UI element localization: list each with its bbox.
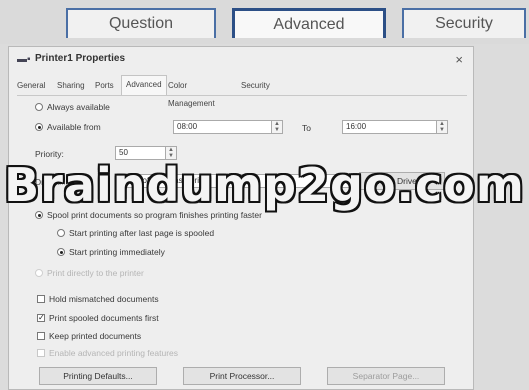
tab-sharing[interactable]: Sharing bbox=[57, 77, 85, 95]
start-after-last-label: Start printing after last page is spoole… bbox=[69, 228, 215, 238]
driver-select[interactable]: Microsoft PS Class Driver ⌵ bbox=[115, 174, 351, 188]
hold-mismatched-checkbox[interactable] bbox=[37, 295, 45, 303]
print-spooled-first-label: Print spooled documents first bbox=[49, 313, 159, 323]
keep-printed-label: Keep printed documents bbox=[49, 331, 142, 341]
to-time-field[interactable]: 16:00 bbox=[342, 120, 438, 134]
printing-defaults-button[interactable]: Printing Defaults... bbox=[39, 367, 157, 385]
from-time-spinner[interactable]: ▲ ▼ bbox=[271, 120, 283, 134]
always-available-radio[interactable] bbox=[35, 103, 43, 111]
start-immediately-radio[interactable] bbox=[57, 248, 65, 256]
hold-mismatched-label: Hold mismatched documents bbox=[49, 294, 159, 304]
tab-color-management[interactable]: Color Management bbox=[168, 77, 215, 108]
to-time-spinner[interactable]: ▲ ▼ bbox=[436, 120, 448, 134]
print-processor-button[interactable]: Print Processor... bbox=[183, 367, 301, 385]
print-directly-radio[interactable] bbox=[35, 269, 43, 277]
available-from-radio[interactable] bbox=[35, 123, 43, 131]
from-time-field[interactable]: 08:00 bbox=[173, 120, 273, 134]
top-tab-strip: Question Advanced Security bbox=[0, 0, 529, 44]
tab-advanced[interactable]: Advanced bbox=[232, 8, 386, 38]
tab-general[interactable]: General bbox=[17, 77, 45, 95]
close-icon[interactable]: × bbox=[455, 52, 463, 67]
tab-advanced-dialog[interactable]: Advanced bbox=[121, 75, 167, 95]
keep-printed-checkbox[interactable] bbox=[37, 332, 45, 340]
dialog-title: Printer1 Properties bbox=[35, 53, 126, 64]
priority-spinner[interactable]: ▲ ▼ bbox=[165, 146, 177, 160]
tab-security[interactable]: Security bbox=[402, 8, 526, 38]
print-directly-label: Print directly to the printer bbox=[47, 268, 144, 278]
new-driver-button[interactable]: New Driver... bbox=[359, 172, 445, 190]
always-available-label: Always available bbox=[47, 102, 110, 112]
priority-label: Priority: bbox=[35, 149, 64, 159]
spool-radio[interactable] bbox=[35, 211, 43, 219]
start-immediately-label: Start printing immediately bbox=[69, 247, 165, 257]
driver-label: Driver: bbox=[35, 177, 61, 187]
tab-question[interactable]: Question bbox=[66, 8, 216, 38]
to-label: To bbox=[302, 123, 311, 133]
print-spooled-first-checkbox[interactable]: ✓ bbox=[37, 314, 45, 322]
title-bar: ▬▪ Printer1 Properties × bbox=[9, 47, 473, 71]
enable-advanced-checkbox[interactable] bbox=[37, 349, 45, 357]
driver-value: Microsoft PS Class Driver bbox=[119, 176, 211, 185]
printer-properties-dialog: ▬▪ Printer1 Properties × General Sharing… bbox=[8, 46, 474, 390]
enable-advanced-label: Enable advanced printing features bbox=[49, 348, 179, 358]
tab-ports[interactable]: Ports bbox=[95, 77, 114, 95]
chevron-down-icon: ⌵ bbox=[340, 177, 346, 184]
available-from-label: Available from bbox=[47, 122, 101, 132]
spool-label: Spool print documents so program finishe… bbox=[47, 210, 262, 220]
priority-field[interactable]: 50 bbox=[115, 146, 167, 160]
printer-icon: ▬▪ bbox=[17, 54, 31, 65]
start-after-last-radio[interactable] bbox=[57, 229, 65, 237]
tab-divider bbox=[17, 95, 467, 96]
separator-page-button[interactable]: Separator Page... bbox=[327, 367, 445, 385]
tab-security-dialog[interactable]: Security bbox=[241, 77, 270, 95]
